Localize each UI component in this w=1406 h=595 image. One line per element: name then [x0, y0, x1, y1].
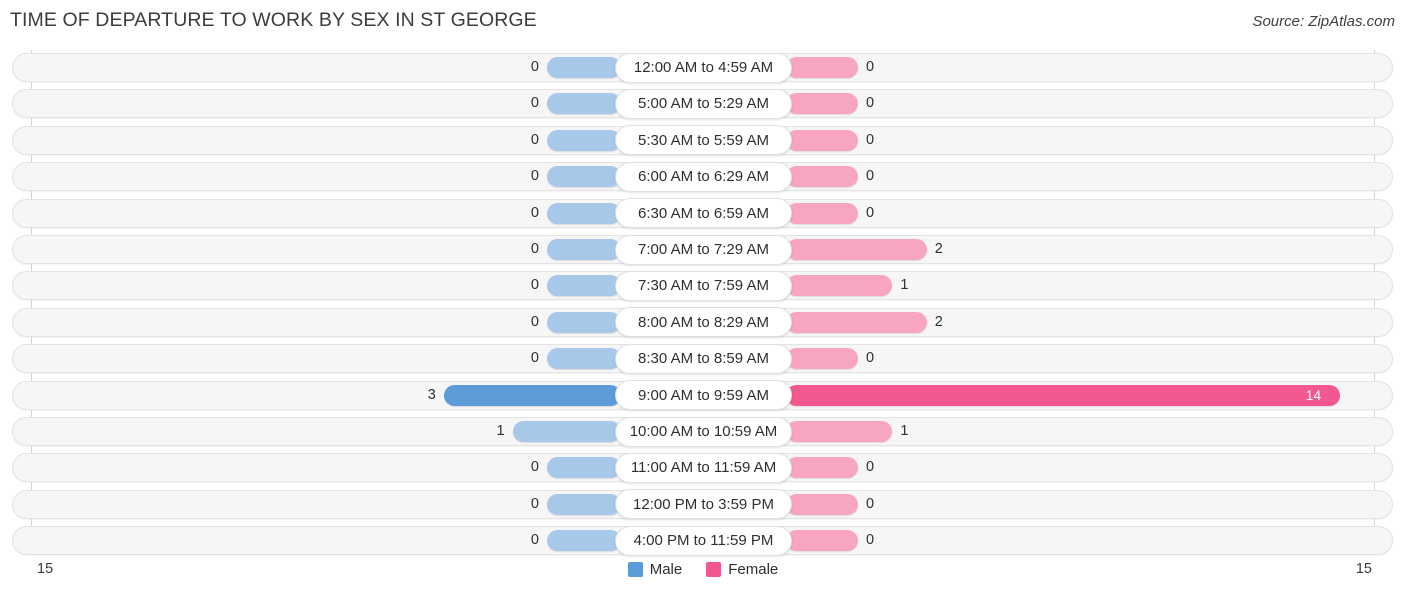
table-row[interactable]: 0 0 8:30 AM to 8:59 AM	[0, 341, 1406, 377]
category-label-pill: 4:00 PM to 11:59 PM	[615, 525, 792, 556]
value-label-female: 2	[934, 313, 943, 330]
bar-female[interactable]	[786, 129, 858, 151]
category-label-pill: 6:30 AM to 6:59 AM	[615, 198, 792, 229]
chart-footer: 15 15 Male Female	[0, 556, 1406, 595]
bar-female[interactable]	[786, 275, 893, 297]
bar-female[interactable]	[786, 530, 858, 552]
value-label-female: 0	[866, 495, 875, 512]
bar-female[interactable]	[786, 57, 858, 78]
value-label-female: 0	[866, 532, 875, 549]
category-label-pill: 11:00 AM to 11:59 AM	[615, 452, 792, 483]
table-row[interactable]: 0 2 8:00 AM to 8:29 AM	[0, 305, 1406, 341]
legend-label: Male	[649, 561, 683, 578]
bar-female[interactable]	[786, 239, 927, 261]
value-label-female: 0	[866, 459, 875, 476]
bar-male[interactable]	[547, 348, 621, 370]
bar-female[interactable]	[786, 311, 927, 333]
table-row[interactable]: 0 1 7:30 AM to 7:59 AM	[0, 268, 1406, 304]
value-label-female: 0	[866, 95, 875, 112]
bar-male[interactable]	[547, 311, 621, 333]
value-label-female: 0	[866, 168, 875, 185]
value-label-female: 0	[866, 204, 875, 221]
value-label-male: 0	[530, 277, 539, 294]
page-title: TIME OF DEPARTURE TO WORK BY SEX IN ST G…	[10, 9, 537, 31]
value-label-male: 0	[530, 459, 539, 476]
category-label-pill: 10:00 AM to 10:59 AM	[615, 416, 792, 447]
bar-female[interactable]	[786, 348, 858, 370]
value-label-male: 0	[530, 313, 539, 330]
legend-item-female[interactable]: Female	[706, 561, 778, 578]
bar-male[interactable]	[443, 384, 621, 406]
bar-male[interactable]	[547, 57, 621, 78]
category-label-pill: 9:00 AM to 9:59 AM	[615, 380, 792, 411]
table-row[interactable]: 0 0 12:00 AM to 4:59 AM	[0, 50, 1406, 86]
bar-male[interactable]	[547, 239, 621, 261]
chart-plot-area: 0 0 12:00 AM to 4:59 AM 0 0 5:00 AM to 5:29 A…	[0, 50, 1406, 556]
category-label-pill: 5:30 AM to 5:59 AM	[615, 125, 792, 156]
value-label-male: 0	[530, 204, 539, 221]
value-label-male: 0	[530, 241, 539, 258]
chart-header: TIME OF DEPARTURE TO WORK BY SEX IN ST G…	[0, 0, 1406, 42]
bar-female[interactable]	[786, 421, 893, 443]
bar-male[interactable]	[547, 166, 621, 188]
bar-female[interactable]	[786, 457, 858, 479]
bar-male[interactable]	[547, 93, 621, 115]
value-label-male: 3	[427, 386, 436, 403]
value-label-male: 0	[530, 168, 539, 185]
chart-legend: Male Female	[0, 561, 1406, 578]
bar-female[interactable]	[786, 202, 858, 224]
table-row[interactable]: 1 1 10:00 AM to 10:59 AM	[0, 414, 1406, 450]
value-label-female: 2	[934, 241, 943, 258]
table-row[interactable]: 0 0 11:00 AM to 11:59 AM	[0, 450, 1406, 486]
bar-female[interactable]	[786, 93, 858, 115]
category-label-pill: 7:00 AM to 7:29 AM	[615, 234, 792, 265]
value-label-male: 0	[530, 495, 539, 512]
bar-female[interactable]	[786, 493, 858, 515]
value-label-male: 0	[530, 532, 539, 549]
category-label-pill: 8:00 AM to 8:29 AM	[615, 307, 792, 338]
bar-female[interactable]	[786, 166, 858, 188]
bar-male[interactable]	[547, 457, 621, 479]
bar-female[interactable]	[786, 384, 1340, 406]
value-label-male: 0	[530, 350, 539, 367]
table-row[interactable]: 0 0 5:30 AM to 5:59 AM	[0, 123, 1406, 159]
category-label-pill: 7:30 AM to 7:59 AM	[615, 270, 792, 301]
bar-male[interactable]	[547, 202, 621, 224]
chart-rows: 0 0 12:00 AM to 4:59 AM 0 0 5:00 AM to 5:29 A…	[0, 50, 1406, 560]
value-label-female: 1	[900, 423, 909, 440]
table-row[interactable]: 3 14 9:00 AM to 9:59 AM	[0, 378, 1406, 414]
value-label-female: 14	[1305, 386, 1322, 403]
value-label-male: 0	[530, 131, 539, 148]
legend-label: Female	[728, 561, 779, 578]
value-label-male: 0	[530, 59, 539, 75]
category-label-pill: 6:00 AM to 6:29 AM	[615, 161, 792, 192]
value-label-female: 0	[866, 350, 875, 367]
bar-male[interactable]	[512, 421, 621, 443]
table-row[interactable]: 0 0 4:00 PM to 11:59 PM	[0, 523, 1406, 559]
category-label-pill: 8:30 AM to 8:59 AM	[615, 343, 792, 374]
table-row[interactable]: 0 0 12:00 PM to 3:59 PM	[0, 487, 1406, 523]
value-label-female: 0	[866, 131, 875, 148]
source-attribution: Source: ZipAtlas.com	[1252, 13, 1395, 30]
value-label-male: 1	[496, 423, 505, 440]
legend-swatch-female	[706, 562, 722, 577]
table-row[interactable]: 0 0 6:00 AM to 6:29 AM	[0, 159, 1406, 195]
bar-male[interactable]	[547, 493, 621, 515]
table-row[interactable]: 0 2 7:00 AM to 7:29 AM	[0, 232, 1406, 268]
bar-male[interactable]	[547, 275, 621, 297]
value-label-male: 0	[530, 95, 539, 112]
category-label-pill: 12:00 AM to 4:59 AM	[615, 52, 792, 83]
bar-male[interactable]	[547, 129, 621, 151]
legend-item-male[interactable]: Male	[627, 561, 683, 578]
category-label-pill: 5:00 AM to 5:29 AM	[615, 88, 792, 119]
legend-swatch-male	[627, 562, 643, 577]
table-row[interactable]: 0 0 5:00 AM to 5:29 AM	[0, 86, 1406, 122]
bar-male[interactable]	[547, 530, 621, 552]
table-row[interactable]: 0 0 6:30 AM to 6:59 AM	[0, 196, 1406, 232]
category-label-pill: 12:00 PM to 3:59 PM	[615, 489, 792, 520]
value-label-female: 0	[866, 59, 875, 75]
value-label-female: 1	[900, 277, 909, 294]
